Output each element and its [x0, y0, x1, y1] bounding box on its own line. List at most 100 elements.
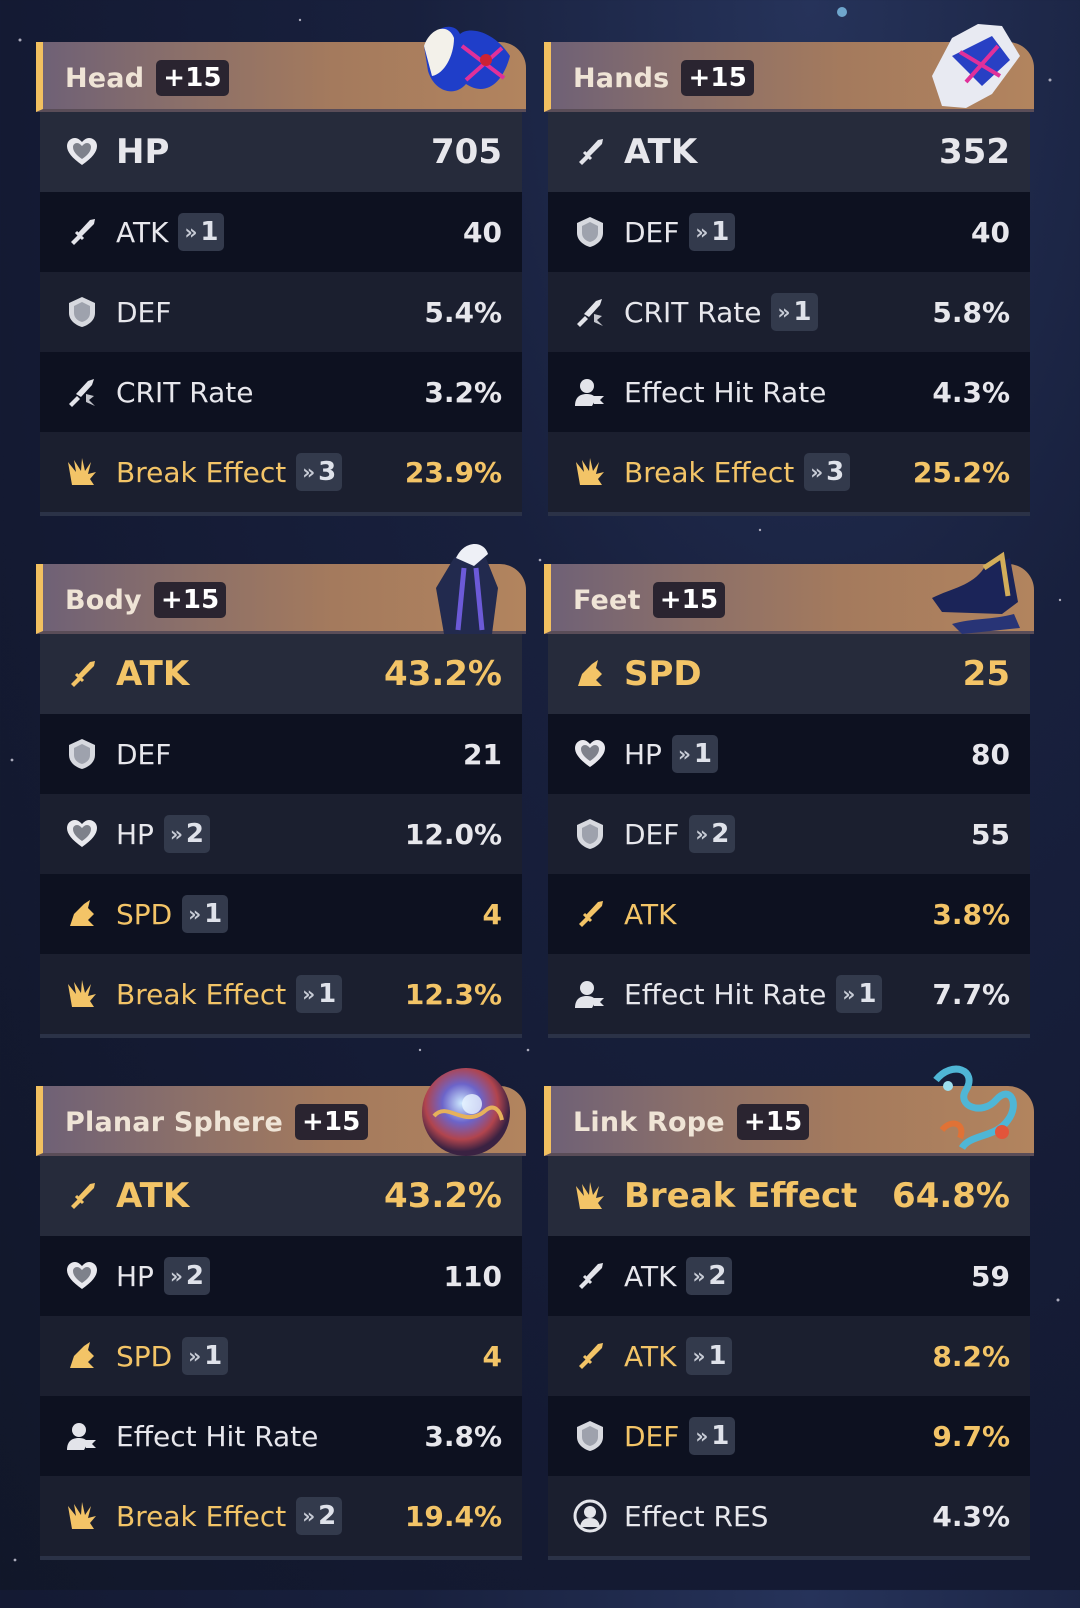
def-icon: [64, 736, 100, 772]
sub-stat-row: ATK 3.8%: [548, 874, 1030, 954]
shoes-icon: [922, 538, 1026, 638]
mask-icon: [414, 16, 518, 116]
break-effect-icon: [64, 1498, 100, 1534]
relic-slot-label: Link Rope +15: [573, 1104, 810, 1140]
stat-value: 3.8%: [424, 1419, 502, 1453]
relic-card-feet[interactable]: Feet +15 SPD 25 HP » 1 80 DEF » 2 55 ATK 3.8% Effect H…: [544, 551, 1034, 1086]
roll-count-badge: » 1: [296, 975, 343, 1013]
stat-value: 59: [971, 1259, 1010, 1293]
def-icon: [572, 214, 608, 250]
stat-name: DEF: [624, 215, 680, 249]
relic-level-badge: +15: [153, 582, 227, 618]
roll-arrow-icon: »: [188, 1344, 202, 1368]
sub-stat-row: DEF 5.4%: [40, 272, 522, 352]
roll-arrow-icon: »: [810, 460, 824, 484]
roll-count-badge: » 1: [686, 1337, 733, 1375]
sub-stat-row: ATK » 2 59: [548, 1236, 1030, 1316]
stat-value: 12.3%: [404, 977, 502, 1011]
roll-count-badge: » 1: [689, 1417, 736, 1455]
relic-card-head[interactable]: Head +15 HP 705 ATK » 1 40 DEF 5.4% CRIT Rate 3.2% B…: [36, 26, 526, 564]
roll-count-badge: » 2: [163, 1257, 210, 1295]
stat-name: Break Effect: [116, 1499, 287, 1533]
roll-arrow-icon: »: [302, 1504, 316, 1528]
stat-name: ATK: [624, 1339, 677, 1373]
sub-stat-row: Effect Hit Rate » 1 7.7%: [548, 954, 1030, 1034]
stat-value: 3.2%: [424, 375, 502, 409]
atk-icon: [572, 1338, 608, 1374]
relic-stat-list: HP 705 ATK » 1 40 DEF 5.4% CRIT Rate 3.2% Break Ef…: [40, 112, 522, 516]
stat-value: 9.7%: [932, 1419, 1010, 1453]
sub-stat-row: DEF » 2 55: [548, 794, 1030, 874]
sub-stat-row: Break Effect » 2 19.4%: [40, 1476, 522, 1556]
rope-icon: [922, 1060, 1026, 1160]
main-stat-row: SPD 25: [548, 634, 1030, 714]
relic-card-body[interactable]: Body +15 ATK 43.2% DEF 21 HP » 2 12.0% SPD » 1 4 Break…: [36, 543, 526, 1086]
effect-res-icon: [572, 1498, 608, 1534]
stat-value: 25: [962, 654, 1010, 694]
stat-name: Break Effect: [624, 1176, 858, 1216]
sub-stat-row: CRIT Rate 3.2%: [40, 352, 522, 432]
roll-count-badge: » 2: [163, 815, 210, 853]
relic-card-hands[interactable]: Hands +15 ATK 352 DEF » 1 40 CRIT Rate » 1 5.8% Effe…: [544, 24, 1034, 564]
relic-level-badge: +15: [681, 60, 755, 96]
sub-stat-row: SPD » 1 4: [40, 1316, 522, 1396]
sub-stat-row: Break Effect » 3 23.9%: [40, 432, 522, 512]
stat-value: 23.9%: [404, 455, 502, 489]
stat-value: 3.8%: [932, 897, 1010, 931]
stat-name: HP: [116, 1259, 154, 1293]
sub-stat-row: ATK » 1 40: [40, 192, 522, 272]
sub-stat-row: SPD » 1 4: [40, 874, 522, 954]
main-stat-row: Break Effect 64.8%: [548, 1156, 1030, 1236]
relic-slot-label: Body +15: [65, 582, 227, 618]
stat-value: 43.2%: [384, 654, 502, 694]
roll-arrow-icon: »: [692, 1264, 706, 1288]
stat-value: 40: [463, 215, 502, 249]
sub-stat-row: Break Effect » 3 25.2%: [548, 432, 1030, 512]
stat-value: 110: [443, 1259, 502, 1293]
main-stat-row: ATK 43.2%: [40, 634, 522, 714]
stat-value: 7.7%: [932, 977, 1010, 1011]
roll-arrow-icon: »: [302, 982, 316, 1006]
stat-value: 8.2%: [932, 1339, 1010, 1373]
roll-count-badge: » 1: [182, 1337, 229, 1375]
atk-icon: [64, 1178, 100, 1214]
stat-name: DEF: [116, 295, 172, 329]
effect-hit-rate-icon: [572, 976, 608, 1012]
atk-icon: [64, 214, 100, 250]
stat-value: 5.8%: [932, 295, 1010, 329]
sub-stat-row: Effect Hit Rate 3.8%: [40, 1396, 522, 1476]
sub-stat-row: DEF 21: [40, 714, 522, 794]
main-stat-row: ATK 43.2%: [40, 1156, 522, 1236]
roll-arrow-icon: »: [169, 822, 183, 846]
roll-arrow-icon: »: [302, 460, 316, 484]
stat-name: HP: [116, 132, 170, 172]
relic-card-link-rope[interactable]: Link Rope +15 Break Effect 64.8% ATK » 2 59 ATK »…: [544, 1065, 1034, 1608]
sub-stat-row: HP » 1 80: [548, 714, 1030, 794]
stat-value: 705: [431, 132, 502, 172]
stat-value: 4.3%: [932, 375, 1010, 409]
roll-count-badge: » 2: [686, 1257, 733, 1295]
stat-value: 4: [482, 897, 502, 931]
sub-stat-row: Effect RES 4.3%: [548, 1476, 1030, 1556]
hp-icon: [64, 1258, 100, 1294]
relic-stat-list: ATK 43.2% DEF 21 HP » 2 12.0% SPD » 1 4 Break Effect…: [40, 634, 522, 1038]
relic-stat-list: SPD 25 HP » 1 80 DEF » 2 55 ATK 3.8% Effect Hit Rate…: [548, 634, 1030, 1038]
roll-count-badge: » 1: [836, 975, 883, 1013]
stat-value: 40: [971, 215, 1010, 249]
relic-card-planar-sphere[interactable]: Planar Sphere +15 ATK 43.2% HP » 2 110 SPD » 1 4 Eff…: [36, 1068, 526, 1608]
stat-value: 4: [482, 1339, 502, 1373]
stat-name: Effect RES: [624, 1499, 769, 1533]
relic-slot-label: Feet +15: [573, 582, 726, 618]
stat-value: 80: [971, 737, 1010, 771]
relic-level-badge: +15: [736, 1104, 810, 1140]
stat-name: CRIT Rate: [116, 375, 254, 409]
stat-name: ATK: [116, 654, 190, 694]
stat-name: ATK: [116, 215, 169, 249]
atk-icon: [572, 896, 608, 932]
stat-value: 19.4%: [404, 1499, 502, 1533]
stat-value: 5.4%: [424, 295, 502, 329]
roll-arrow-icon: »: [695, 822, 709, 846]
roll-arrow-icon: »: [677, 742, 691, 766]
stat-value: 43.2%: [384, 1176, 502, 1216]
def-icon: [64, 294, 100, 330]
